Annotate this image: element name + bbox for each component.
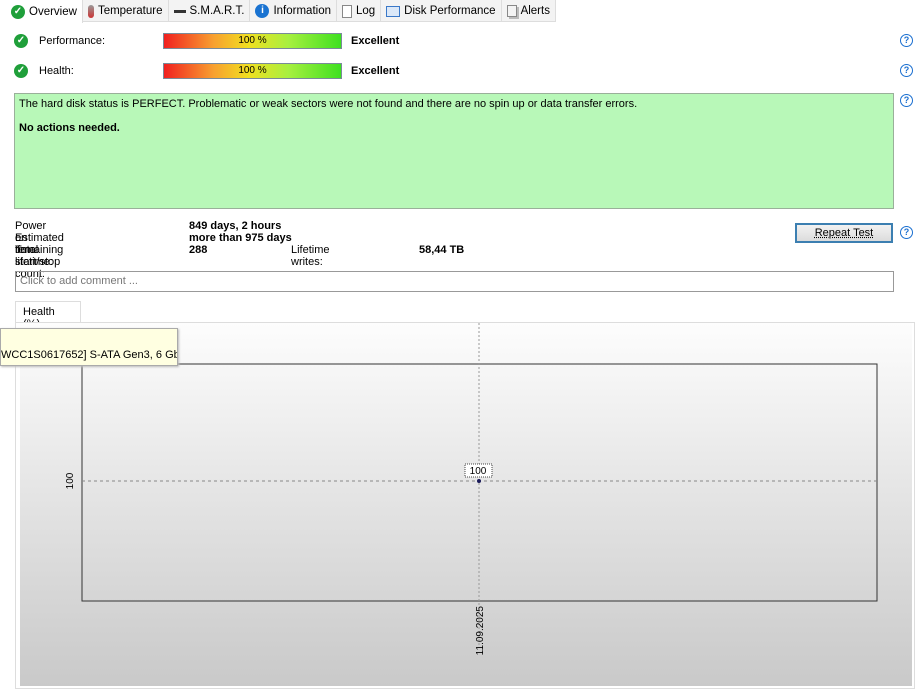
repeat-test-button[interactable]: Repeat Test bbox=[795, 223, 893, 243]
help-icon[interactable]: ? bbox=[900, 34, 913, 47]
health-rating: Excellent bbox=[351, 65, 400, 77]
copy-icon bbox=[506, 5, 517, 17]
help-icon[interactable]: ? bbox=[900, 94, 913, 107]
health-label: Health: bbox=[39, 65, 74, 77]
tab-overview[interactable]: ✓ Overview bbox=[6, 0, 83, 23]
performance-row: ✓ Performance: 100 % Excellent bbox=[14, 32, 399, 50]
performance-label: Performance: bbox=[39, 35, 106, 47]
dash-icon bbox=[173, 9, 186, 13]
tab-disk-performance[interactable]: Disk Performance bbox=[381, 0, 502, 22]
status-panel: The hard disk status is PERFECT. Problem… bbox=[14, 93, 894, 209]
tab-smart[interactable]: S.M.A.R.T. bbox=[169, 0, 251, 22]
writes-label: Lifetime writes: bbox=[291, 244, 330, 268]
status-action: No actions needed. bbox=[19, 122, 120, 134]
tab-information[interactable]: i Information bbox=[250, 0, 337, 22]
health-row: ✓ Health: 100 % Excellent bbox=[14, 62, 399, 80]
tab-bar: ✓ Overview Temperature S.M.A.R.T. i Inform… bbox=[6, 0, 556, 23]
document-icon bbox=[341, 4, 352, 18]
info-icon: i bbox=[255, 4, 270, 18]
check-circle-icon: ✓ bbox=[14, 64, 28, 78]
performance-bar: 100 % bbox=[163, 33, 342, 49]
data-point bbox=[477, 479, 481, 483]
remaining-value: more than 975 days bbox=[189, 232, 292, 244]
tooltip: WCC1S0617652] S-ATA Gen3, 6 Gbps bbox=[0, 328, 178, 366]
startstop-value: 288 bbox=[189, 244, 208, 256]
tab-health-chart[interactable]: Health (%) bbox=[15, 301, 81, 330]
health-bar: 100 % bbox=[163, 63, 342, 79]
tab-log[interactable]: Log bbox=[337, 0, 382, 22]
check-circle-icon: ✓ bbox=[14, 34, 28, 48]
check-circle-icon: ✓ bbox=[11, 4, 25, 19]
help-icon[interactable]: ? bbox=[900, 226, 913, 239]
y-tick-label: 100 bbox=[65, 472, 76, 489]
chart-svg: 100 100 11.09.2025 bbox=[65, 323, 878, 656]
tab-alerts[interactable]: Alerts bbox=[502, 0, 556, 22]
x-tick-label: 11.09.2025 bbox=[475, 606, 486, 656]
writes-value: 58,44 TB bbox=[419, 244, 465, 256]
point-label: 100 bbox=[470, 466, 487, 477]
comment-input[interactable]: Click to add comment ... bbox=[15, 271, 894, 292]
tab-temperature[interactable]: Temperature bbox=[83, 0, 169, 22]
health-chart: 100 100 11.09.2025 bbox=[15, 322, 915, 689]
status-message: The hard disk status is PERFECT. Problem… bbox=[19, 98, 638, 110]
chart-icon bbox=[386, 5, 401, 17]
power-on-value: 849 days, 2 hours bbox=[189, 220, 282, 232]
thermometer-icon bbox=[87, 4, 94, 18]
help-icon[interactable]: ? bbox=[900, 64, 913, 77]
performance-rating: Excellent bbox=[351, 35, 400, 47]
